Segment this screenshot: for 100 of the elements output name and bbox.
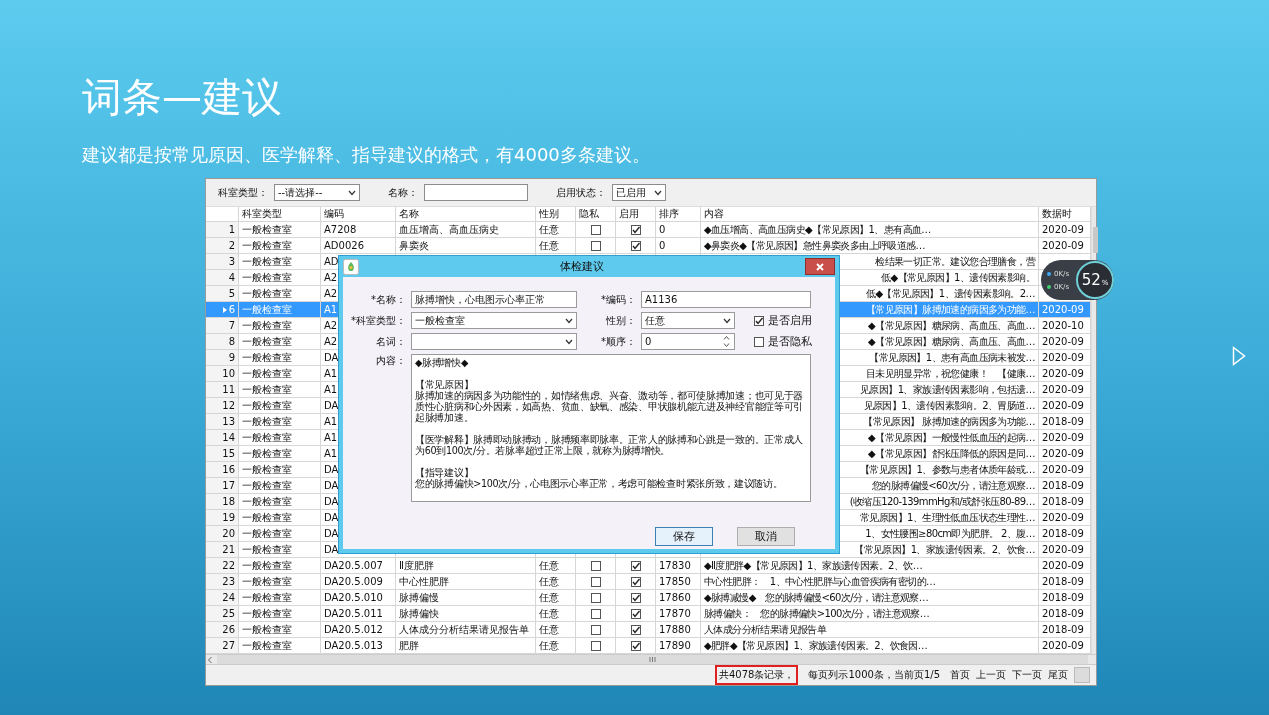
row-number: 12: [222, 399, 235, 413]
table-cell: 0: [656, 238, 701, 254]
checkbox[interactable]: [630, 624, 641, 635]
filter-label: 启用状态：: [556, 185, 606, 200]
table-cell: 任意: [536, 558, 576, 574]
table-cell: 任意: [536, 222, 576, 238]
table-cell: 一般检查室: [239, 414, 321, 430]
checkbox[interactable]: [590, 592, 601, 603]
table-cell: 一般检查室: [239, 318, 321, 334]
caret-icon: [565, 338, 573, 345]
checkbox[interactable]: [630, 560, 641, 571]
row-number: 20: [222, 527, 235, 541]
table-cell: DA20.5.012: [321, 622, 396, 638]
row-number: 23: [222, 575, 235, 589]
row-number: 9: [228, 351, 235, 365]
table-cell: 一般检查室: [239, 302, 321, 318]
row-number: 25: [222, 607, 235, 621]
row-number: 4: [228, 271, 235, 285]
table-cell: ◆脉搏减慢◆ 您的脉搏偏慢<60次/分，请注意观察…: [701, 590, 1039, 606]
table-cell: 一般检查室: [239, 590, 321, 606]
checkbox[interactable]: [590, 624, 601, 635]
checkbox[interactable]: [590, 240, 601, 251]
column-header[interactable]: 排序: [656, 207, 701, 222]
column-header[interactable]: 编码: [321, 207, 396, 222]
table-cell: 一般检查室: [239, 398, 321, 414]
pager-link[interactable]: 上一页: [976, 668, 1006, 682]
table-cell: 2020-09: [1039, 302, 1091, 318]
filter-select[interactable]: 已启用: [612, 184, 666, 201]
table-cell: 一般检查室: [239, 366, 321, 382]
checkbox[interactable]: [590, 224, 601, 235]
column-header[interactable]: 内容: [701, 207, 1039, 222]
table-cell: 脉搏偏快: [396, 606, 536, 622]
content-line: 【指导建议】: [415, 467, 475, 478]
table-cell: 一般检查室: [239, 430, 321, 446]
spin-arrows-icon: [722, 334, 731, 349]
table-cell: 17870: [656, 606, 701, 622]
row-number: 8: [228, 335, 235, 349]
caret-icon: [654, 189, 662, 196]
row-number: 5: [228, 287, 235, 301]
row-number: 18: [222, 495, 235, 509]
table-cell: DA20.5.010: [321, 590, 396, 606]
row-number: 6: [228, 303, 235, 317]
checkbox[interactable]: [590, 608, 601, 619]
horizontal-scrollbar[interactable]: [206, 654, 1096, 664]
table-cell: 一般检查室: [239, 558, 321, 574]
table-cell: 人体成分分析结果请见报告单: [396, 622, 536, 638]
pager-link[interactable]: 首页: [950, 668, 970, 682]
table-cell: 一般检查室: [239, 222, 321, 238]
checkbox[interactable]: [630, 608, 641, 619]
table-cell: 人体成分分析结果请见报告单: [701, 622, 1039, 638]
filter-input[interactable]: [424, 184, 528, 201]
resize-grip[interactable]: [1074, 667, 1090, 683]
department-select[interactable]: 一般检查室: [411, 312, 577, 329]
row-number: 11: [222, 383, 235, 397]
filter-select[interactable]: --请选择--: [274, 184, 360, 201]
table-cell: 一般检查室: [239, 622, 321, 638]
close-button[interactable]: [805, 258, 835, 275]
cancel-button[interactable]: 取消: [737, 527, 795, 546]
checkbox[interactable]: [590, 560, 601, 571]
checkbox[interactable]: [630, 576, 641, 587]
close-icon: [816, 262, 824, 271]
checkbox[interactable]: [590, 576, 601, 587]
table-cell: 一般检查室: [239, 238, 321, 254]
field-label: 性别：: [605, 313, 636, 328]
pager-link[interactable]: 下一页: [1012, 668, 1042, 682]
term-select[interactable]: [411, 333, 577, 350]
checkbox[interactable]: [630, 224, 641, 235]
gender-select[interactable]: 任意: [641, 312, 735, 329]
save-button[interactable]: 保存: [655, 527, 713, 546]
table-cell: 一般检查室: [239, 542, 321, 558]
checkbox[interactable]: [630, 592, 641, 603]
row-number: 1: [228, 223, 235, 237]
column-header[interactable]: 性别: [536, 207, 576, 222]
row-number: 2: [228, 239, 235, 253]
checkbox[interactable]: [754, 336, 764, 347]
table-cell: 任意: [536, 622, 576, 638]
slide-subtitle: 建议都是按常见原因、医学解释、指导建议的格式，有4000多条建议。: [82, 144, 650, 166]
content-field[interactable]: [411, 354, 811, 502]
checkbox[interactable]: [630, 240, 641, 251]
column-header[interactable]: 启用: [616, 207, 656, 222]
pager-link[interactable]: 尾页: [1048, 668, 1068, 682]
column-header[interactable]: 名称: [396, 207, 536, 222]
column-header[interactable]: 科室类型: [239, 207, 321, 222]
filter-label: 名称：: [388, 185, 418, 200]
column-header[interactable]: 隐私: [576, 207, 616, 222]
slide-title: 词条—建议: [82, 73, 282, 122]
order-spinner[interactable]: 0: [641, 333, 735, 350]
caret-icon: [723, 317, 731, 324]
name-field[interactable]: 脉搏增快，心电图示心率正常: [411, 291, 577, 308]
checkbox[interactable]: [590, 640, 601, 651]
table-cell: 中心性肥胖: [396, 574, 536, 590]
caret-icon: [348, 189, 356, 196]
row-number: 17: [222, 479, 235, 493]
checkbox[interactable]: [630, 640, 641, 651]
code-field[interactable]: A1136: [641, 291, 811, 308]
table-cell: 血压增高、高血压病史: [396, 222, 536, 238]
table-cell: 任意: [536, 238, 576, 254]
checkbox[interactable]: [754, 315, 764, 326]
table-cell: 一般检查室: [239, 510, 321, 526]
column-header[interactable]: 数据时: [1039, 207, 1091, 222]
